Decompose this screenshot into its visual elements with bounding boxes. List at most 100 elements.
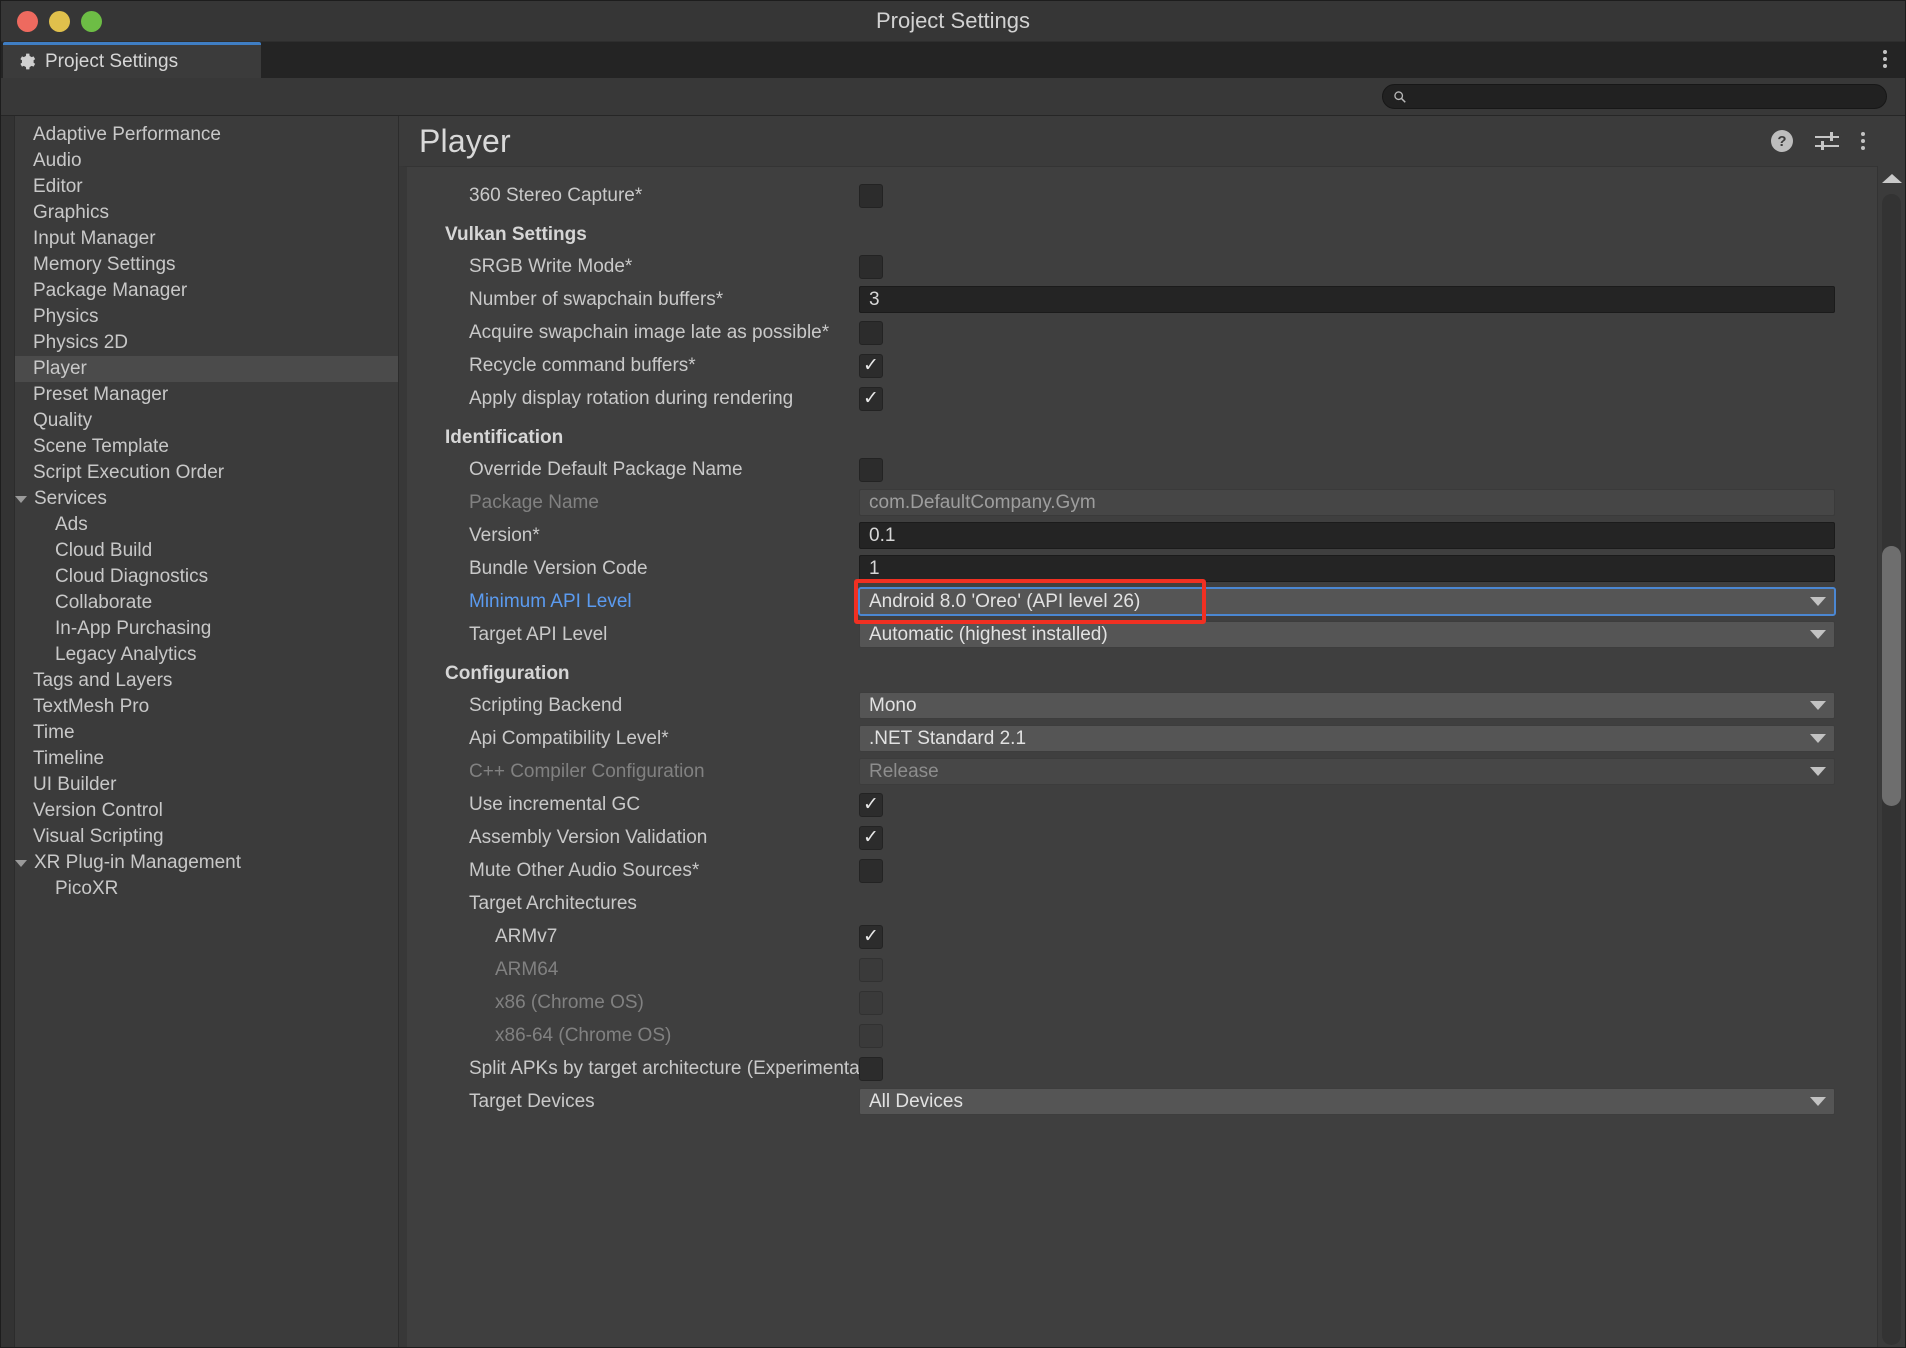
setting-control-wrap xyxy=(859,858,1877,883)
search-box[interactable] xyxy=(1382,84,1887,109)
settings-sidebar[interactable]: Adaptive Performance Audio Editor Graphics I… xyxy=(1,116,399,1347)
minimize-window-button[interactable] xyxy=(49,10,70,32)
dropdown-value: Automatic (highest installed) xyxy=(869,623,1108,645)
setting-control-wrap xyxy=(859,254,1877,279)
setting-control-wrap: 3 xyxy=(859,286,1877,313)
setting-row-assembly-version-validation: Assembly Version Validation xyxy=(407,821,1877,854)
dropdown-minimum-api-level[interactable]: Android 8.0 'Oreo' (API level 26) xyxy=(858,587,1836,616)
window-body: Adaptive Performance Audio Editor Graphics I… xyxy=(1,116,1905,1347)
checkbox-override-default-package-name[interactable] xyxy=(859,457,883,482)
window-kebab-menu-icon[interactable] xyxy=(1883,50,1887,68)
sidebar-item-tags-and-layers[interactable]: Tags and Layers xyxy=(1,668,398,694)
setting-label-target-api-level: Target API Level xyxy=(469,623,608,645)
sidebar-item-version-control[interactable]: Version Control xyxy=(1,798,398,824)
sidebar-item-physics-2d[interactable]: Physics 2D xyxy=(1,330,398,356)
setting-control-wrap: Automatic (highest installed) xyxy=(859,621,1877,648)
sidebar-item-package-manager[interactable]: Package Manager xyxy=(1,278,398,304)
sidebar-item-xr-plug-in-management[interactable]: XR Plug-in Management xyxy=(1,850,398,876)
sidebar-item-label: Quality xyxy=(33,410,93,431)
setting-control-wrap xyxy=(859,957,1877,982)
sidebar-list: Adaptive Performance Audio Editor Graphics I… xyxy=(1,122,398,902)
panel-header-icons: ? xyxy=(1771,130,1891,152)
sidebar-item-picoxr[interactable]: PicoXR xyxy=(1,876,398,902)
sidebar-item-legacy-analytics[interactable]: Legacy Analytics xyxy=(1,642,398,668)
scrollbar-thumb[interactable] xyxy=(1882,546,1901,806)
sidebar-item-visual-scripting[interactable]: Visual Scripting xyxy=(1,824,398,850)
checkbox-srgb-write-mode[interactable] xyxy=(859,254,883,279)
input-bundle-version-code[interactable]: 1 xyxy=(859,555,1835,582)
dropdown-api-compatibility-level[interactable]: .NET Standard 2.1 xyxy=(859,725,1835,752)
sidebar-item-preset-manager[interactable]: Preset Manager xyxy=(1,382,398,408)
sidebar-item-input-manager[interactable]: Input Manager xyxy=(1,226,398,252)
checkbox-assembly-version-validation[interactable] xyxy=(859,825,883,850)
sidebar-item-ads[interactable]: Ads xyxy=(1,512,398,538)
checkbox-acquire-swapchain-image-late-as-possible[interactable] xyxy=(859,320,883,345)
sidebar-item-label: Script Execution Order xyxy=(33,462,225,483)
setting-row-api-compatibility-level: Api Compatibility Level* .NET Standard 2.… xyxy=(407,722,1877,755)
section-header-configuration: Configuration xyxy=(445,663,570,684)
sidebar-item-label: Editor xyxy=(33,176,83,197)
tab-project-settings[interactable]: Project Settings xyxy=(3,42,261,78)
panel-kebab-menu-icon[interactable] xyxy=(1861,132,1865,150)
sliders-icon[interactable] xyxy=(1815,131,1839,151)
checkbox-360-stereo-capture[interactable] xyxy=(859,183,883,208)
search-input[interactable] xyxy=(1414,88,1876,105)
setting-label-minimum-api-level[interactable]: Minimum API Level xyxy=(445,591,859,613)
vertical-scrollbar[interactable] xyxy=(1877,166,1905,1347)
chevron-down-icon[interactable] xyxy=(15,859,27,867)
sidebar-item-quality[interactable]: Quality xyxy=(1,408,398,434)
chevron-down-icon xyxy=(1810,767,1826,776)
maximize-window-button[interactable] xyxy=(81,10,102,32)
setting-label-target-devices: Target Devices xyxy=(469,1090,595,1112)
setting-row-mute-other-audio-sources: Mute Other Audio Sources* xyxy=(407,854,1877,887)
checkbox-apply-display-rotation-during-rendering[interactable] xyxy=(859,386,883,411)
checkbox-recycle-command-buffers[interactable] xyxy=(859,353,883,378)
sidebar-item-cloud-build[interactable]: Cloud Build xyxy=(1,538,398,564)
setting-label-apply-display-rotation-during-rendering: Apply display rotation during rendering xyxy=(469,387,794,409)
setting-label-recycle-command-buffers: Recycle command buffers* xyxy=(469,354,696,376)
checkbox-armv7[interactable] xyxy=(859,924,883,949)
help-icon[interactable]: ? xyxy=(1771,130,1793,152)
sidebar-item-physics[interactable]: Physics xyxy=(1,304,398,330)
sidebar-item-collaborate[interactable]: Collaborate xyxy=(1,590,398,616)
sidebar-item-textmesh-pro[interactable]: TextMesh Pro xyxy=(1,694,398,720)
dropdown-target-devices[interactable]: All Devices xyxy=(859,1088,1835,1115)
sidebar-item-label: Collaborate xyxy=(55,592,153,613)
sidebar-item-adaptive-performance[interactable]: Adaptive Performance xyxy=(1,122,398,148)
sidebar-item-player[interactable]: Player xyxy=(1,356,398,382)
page-title: Player xyxy=(419,122,511,159)
setting-control-wrap xyxy=(859,353,1877,378)
sidebar-item-scene-template[interactable]: Scene Template xyxy=(1,434,398,460)
sidebar-item-in-app-purchasing[interactable]: In-App Purchasing xyxy=(1,616,398,642)
sidebar-item-label: Services xyxy=(34,488,107,509)
setting-row-360-stereo-capture: 360 Stereo Capture* xyxy=(407,179,1877,212)
sidebar-item-editor[interactable]: Editor xyxy=(1,174,398,200)
close-window-button[interactable] xyxy=(17,10,38,32)
sidebar-item-graphics[interactable]: Graphics xyxy=(1,200,398,226)
setting-row-number-of-swapchain-buffers: Number of swapchain buffers* 3 xyxy=(407,283,1877,316)
sidebar-item-time[interactable]: Time xyxy=(1,720,398,746)
sidebar-item-label: Input Manager xyxy=(33,228,156,249)
chevron-down-icon[interactable] xyxy=(15,495,27,503)
player-settings-content: 360 Stereo Capture* Vulkan Settings SRGB W… xyxy=(399,166,1877,1347)
sidebar-item-label: Physics 2D xyxy=(33,332,129,353)
input-version[interactable]: 0.1 xyxy=(859,522,1835,549)
sidebar-item-audio[interactable]: Audio xyxy=(1,148,398,174)
dropdown-value: Release xyxy=(869,760,939,782)
sidebar-item-script-execution-order[interactable]: Script Execution Order xyxy=(1,460,398,486)
checkbox-split-apks-by-target-architecture-experimental[interactable] xyxy=(859,1056,883,1081)
dropdown-target-api-level[interactable]: Automatic (highest installed) xyxy=(859,621,1835,648)
checkbox-use-incremental-gc[interactable] xyxy=(859,792,883,817)
checkbox-mute-other-audio-sources[interactable] xyxy=(859,858,883,883)
scroll-up-arrow-icon[interactable] xyxy=(1881,174,1902,183)
setting-label-arm64: ARM64 xyxy=(495,958,559,980)
sidebar-item-timeline[interactable]: Timeline xyxy=(1,746,398,772)
sidebar-item-memory-settings[interactable]: Memory Settings xyxy=(1,252,398,278)
sidebar-item-cloud-diagnostics[interactable]: Cloud Diagnostics xyxy=(1,564,398,590)
setting-row-acquire-swapchain-image-late-as-possible: Acquire swapchain image late as possible… xyxy=(407,316,1877,349)
input-number-of-swapchain-buffers[interactable]: 3 xyxy=(859,286,1835,313)
sidebar-item-ui-builder[interactable]: UI Builder xyxy=(1,772,398,798)
dropdown-scripting-backend[interactable]: Mono xyxy=(859,692,1835,719)
sidebar-item-services[interactable]: Services xyxy=(1,486,398,512)
main-panel-header: Player ? xyxy=(399,116,1905,166)
